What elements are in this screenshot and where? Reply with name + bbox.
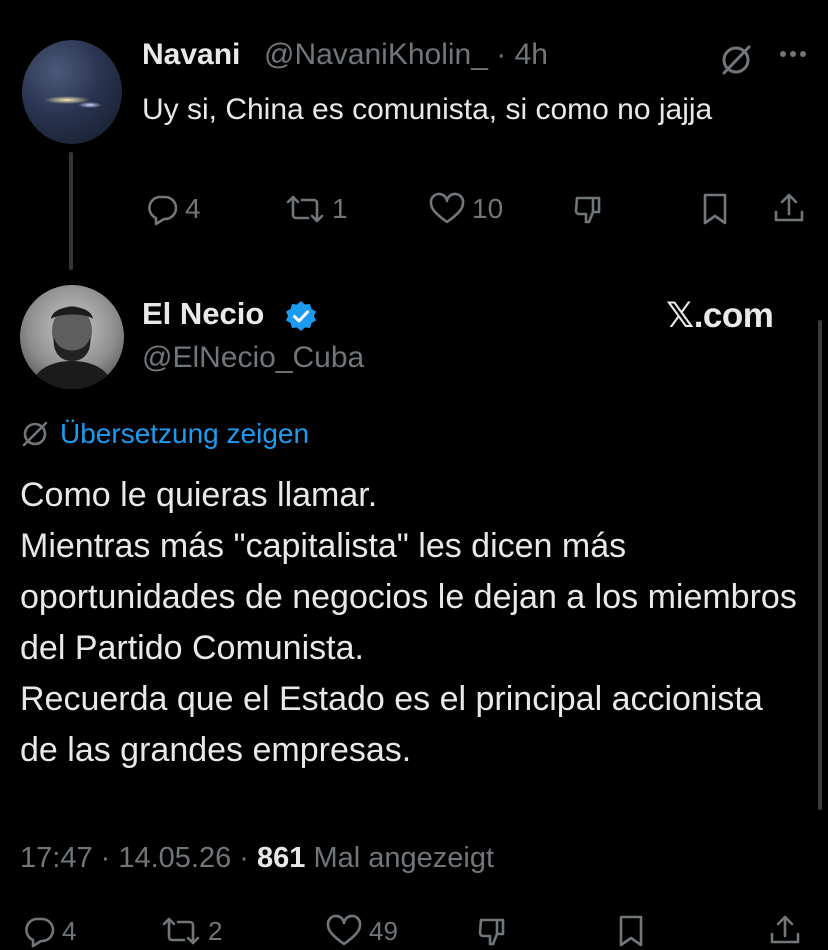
bookmark-icon bbox=[700, 192, 730, 226]
reply-author-name[interactable]: Navani bbox=[142, 38, 240, 72]
repost-count: 2 bbox=[208, 915, 223, 946]
heart-icon bbox=[428, 192, 466, 226]
dislike-button[interactable] bbox=[572, 192, 608, 228]
views-label: Mal angezeigt bbox=[313, 842, 495, 874]
like-count: 10 bbox=[472, 193, 504, 224]
thumbs-down-icon bbox=[476, 914, 512, 950]
author-name[interactable]: El Necio bbox=[142, 296, 264, 332]
grok-icon[interactable] bbox=[718, 42, 754, 78]
reply-count: 4 bbox=[62, 915, 77, 946]
repost-button[interactable]: 1 bbox=[284, 192, 348, 226]
share-icon bbox=[772, 192, 806, 226]
verified-badge-icon[interactable] bbox=[285, 300, 317, 332]
timestamp[interactable]: 17:47 · 14.05.26 · bbox=[20, 842, 249, 874]
like-button[interactable]: 10 bbox=[428, 192, 503, 226]
repost-icon bbox=[284, 192, 326, 226]
avatar[interactable] bbox=[20, 285, 124, 389]
share-icon bbox=[768, 914, 802, 948]
bookmark-button[interactable] bbox=[700, 192, 730, 226]
reply-icon bbox=[22, 914, 56, 948]
thumbs-down-icon bbox=[572, 192, 608, 228]
dislike-button[interactable] bbox=[476, 914, 512, 950]
scrollbar[interactable] bbox=[818, 320, 822, 810]
translate-link[interactable]: Übersetzung zeigen bbox=[20, 418, 309, 450]
reply-author-handle[interactable]: @NavaniKholin_ · 4h bbox=[264, 38, 548, 72]
author-handle[interactable]: @ElNecio_Cuba bbox=[142, 341, 364, 375]
reply-button[interactable]: 4 bbox=[22, 914, 76, 948]
like-button[interactable]: 49 bbox=[325, 914, 398, 948]
tweet-meta: 17:47 · 14.05.26 · 861 Mal angezeigt bbox=[20, 842, 494, 875]
bookmark-icon bbox=[616, 914, 646, 948]
repost-icon bbox=[160, 914, 202, 948]
reply-button[interactable]: 4 bbox=[145, 192, 201, 226]
heart-icon bbox=[325, 914, 363, 948]
reply-count: 4 bbox=[185, 193, 201, 224]
grok-icon bbox=[20, 419, 50, 449]
thread-connector bbox=[69, 152, 73, 270]
tweet-text: Como le quieras llamar. Mientras más "ca… bbox=[20, 476, 797, 769]
bookmark-button[interactable] bbox=[616, 914, 646, 948]
share-button[interactable] bbox=[768, 914, 802, 948]
translate-label: Übersetzung zeigen bbox=[60, 418, 310, 449]
x-watermark: 𝕏.com bbox=[666, 296, 774, 335]
reply-text: Uy si, China es comunista, si como no ja… bbox=[142, 93, 713, 126]
views-count: 861 bbox=[257, 842, 306, 874]
repost-button[interactable]: 2 bbox=[160, 914, 222, 948]
like-count: 49 bbox=[369, 915, 398, 946]
share-button[interactable] bbox=[772, 192, 806, 226]
avatar[interactable] bbox=[22, 40, 122, 144]
repost-count: 1 bbox=[332, 193, 348, 224]
more-icon[interactable] bbox=[778, 48, 808, 60]
reply-icon bbox=[145, 192, 179, 226]
